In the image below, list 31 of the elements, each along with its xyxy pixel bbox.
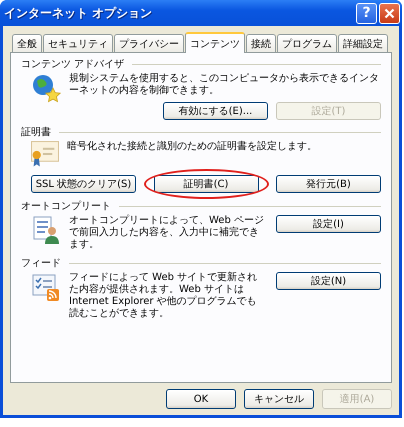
globe-star-icon [31, 73, 61, 103]
section-title: オートコンプリート [21, 200, 111, 213]
close-button[interactable] [379, 2, 400, 24]
section-title: 証明書 [21, 126, 51, 139]
dialog-button[interactable]: SSL 状態のクリア(S) [31, 175, 136, 193]
section-description: 暗号化された接続と識別のための証明書を設定します。 [67, 141, 318, 153]
tab[interactable]: コンテンツ [185, 32, 245, 53]
section-description: オートコンプリートによって、Web ページで前回入力した内容を、入力中に補完できます。 [69, 215, 265, 251]
section-description: 規制システムを使用すると、このコンピュータから表示できるインターネットの内容を制御できます。 [69, 73, 380, 97]
help-button[interactable]: ? [356, 2, 377, 24]
dialog-button[interactable]: 設定(I) [276, 215, 381, 233]
dialog-button[interactable]: OK [166, 389, 236, 409]
dialog-button[interactable]: キャンセル [244, 389, 314, 409]
tab[interactable]: プログラム [277, 34, 337, 52]
form-user-icon [31, 215, 61, 245]
tab[interactable]: セキュリティ [43, 34, 113, 52]
close-icon [384, 8, 395, 18]
tab[interactable]: プライバシー [114, 34, 184, 52]
dialog-button[interactable]: 有効にする(E)... [163, 102, 268, 120]
section-title: コンテンツ アドバイザ [21, 58, 124, 71]
dialog-button[interactable]: 証明書(C) [154, 175, 258, 193]
tab[interactable]: 全般 [12, 34, 42, 52]
section-title: フィード [21, 257, 61, 270]
certificate-icon [31, 141, 59, 167]
dialog-button[interactable]: 設定(N) [276, 272, 381, 290]
tab[interactable]: 詳細設定 [338, 34, 388, 52]
dialog-button[interactable]: 発行元(B) [276, 175, 381, 193]
section-description: フィードによって Web サイトで更新された内容が提供されます。Web サイトは Internet Explorer や他のプログラムでも読むことができます。 [69, 272, 258, 320]
feed-list-icon [31, 272, 61, 302]
tab[interactable]: 接続 [246, 34, 276, 52]
window-title: インターネット オプション [4, 4, 154, 22]
